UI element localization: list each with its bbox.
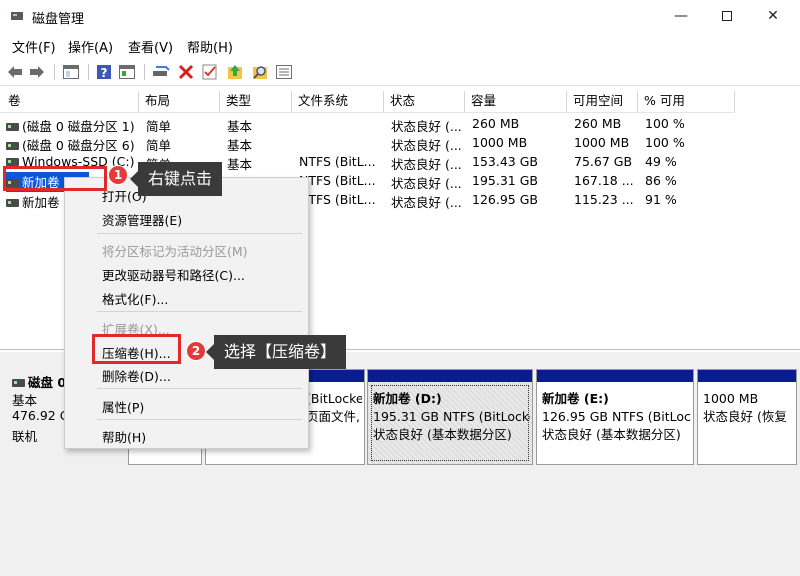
column-header-volume[interactable]: 卷 (2, 91, 139, 112)
forward-icon[interactable] (28, 63, 46, 81)
menu-item-format[interactable]: 格式化(F)... (102, 289, 168, 308)
partition-bar (368, 370, 532, 382)
window-title: 磁盘管理 (32, 12, 85, 27)
toolbar-separator (88, 64, 89, 80)
column-header-capacity[interactable]: 容量 (465, 91, 567, 112)
close-button[interactable]: ✕ (750, 0, 796, 32)
table-row[interactable]: (磁盘 0 磁盘分区 1) 简单 基本 状态良好 (... 260 MB 260… (0, 114, 735, 134)
column-header-layout[interactable]: 布局 (139, 91, 220, 112)
callout-select-shrink: 选择【压缩卷】 (205, 335, 347, 369)
menu-separator (97, 233, 302, 234)
menu-item-change-drive-letter[interactable]: 更改驱动器号和路径(C)... (102, 265, 245, 284)
svg-text:?: ? (101, 66, 108, 80)
menu-item-delete-volume[interactable]: 删除卷(D)... (102, 366, 171, 385)
minimize-button[interactable]: — (658, 0, 704, 32)
toolbar: ? (0, 58, 800, 86)
minimize-icon: — (674, 8, 688, 24)
properties-icon[interactable] (118, 63, 136, 81)
column-header-filesystem[interactable]: 文件系统 (292, 91, 384, 112)
toolbar-separator (144, 64, 145, 80)
maximize-icon (722, 11, 732, 21)
highlight-box-volume-d (3, 166, 107, 191)
volume-icon (6, 198, 19, 207)
disk-management-icon (11, 12, 23, 20)
volume-icon (6, 157, 19, 166)
partition-bar (698, 370, 796, 382)
volume-icon (6, 141, 19, 150)
search-icon[interactable] (251, 63, 269, 81)
delete-icon[interactable] (177, 63, 195, 81)
menu-separator (97, 311, 302, 312)
disk-name: 磁盘 0 (28, 375, 67, 390)
help-icon[interactable]: ? (95, 63, 113, 81)
console-tree-icon[interactable] (62, 63, 80, 81)
list-view-icon[interactable] (275, 63, 293, 81)
highlight-box-shrink (92, 334, 181, 364)
back-icon[interactable] (6, 63, 24, 81)
menu-item-mark-active: 将分区标记为活动分区(M) (102, 244, 248, 259)
menu-view[interactable]: 查看(V) (128, 37, 173, 56)
close-icon: ✕ (767, 8, 779, 24)
check-icon[interactable] (201, 63, 219, 81)
volume-icon (6, 122, 19, 131)
menu-separator (97, 419, 302, 420)
table-row[interactable]: (磁盘 0 磁盘分区 6) 简单 基本 状态良好 (... 1000 MB 10… (0, 133, 735, 153)
menu-help[interactable]: 帮助(H) (187, 37, 233, 56)
menu-file[interactable]: 文件(F) (12, 37, 56, 56)
menu-item-help[interactable]: 帮助(H) (102, 427, 146, 446)
maximize-button[interactable] (704, 0, 750, 32)
column-header-type[interactable]: 类型 (220, 91, 292, 112)
step-badge-2: 2 (186, 341, 206, 361)
menu-separator (97, 388, 302, 389)
header-divider (0, 112, 735, 113)
step-badge-1: 1 (108, 165, 128, 185)
disk-status: 联机 (12, 429, 38, 444)
partition-block-recovery[interactable]: 1000 MB 状态良好 (恢复 (697, 369, 797, 465)
toolbar-separator (54, 64, 55, 80)
up-icon[interactable] (226, 63, 244, 81)
menu-bar: 文件(F) 操作(A) 查看(V) 帮助(H) (0, 34, 800, 56)
menu-item-explorer[interactable]: 资源管理器(E) (102, 210, 182, 229)
disk-type: 基本 (12, 393, 38, 408)
menu-action[interactable]: 操作(A) (68, 37, 113, 56)
column-header-percent-free[interactable]: % 可用 (638, 91, 735, 112)
disk-icon (12, 378, 25, 387)
partition-block-d[interactable]: 新加卷 (D:) 195.31 GB NTFS (BitLocke 状态良好 (… (367, 369, 533, 465)
partition-block-e[interactable]: 新加卷 (E:) 126.95 GB NTFS (BitLocke 状态良好 (… (536, 369, 694, 465)
partition-bar (537, 370, 693, 382)
callout-right-click: 右键点击 (129, 162, 223, 196)
column-header-free-space[interactable]: 可用空间 (567, 91, 638, 112)
menu-item-properties[interactable]: 属性(P) (102, 397, 144, 416)
title-bar: 磁盘管理 — ✕ (0, 0, 800, 34)
column-header-status[interactable]: 状态 (384, 91, 465, 112)
connect-drive-icon[interactable] (152, 63, 170, 81)
context-menu: 打开(O) 资源管理器(E) 将分区标记为活动分区(M) 更改驱动器号和路径(C… (64, 177, 309, 449)
